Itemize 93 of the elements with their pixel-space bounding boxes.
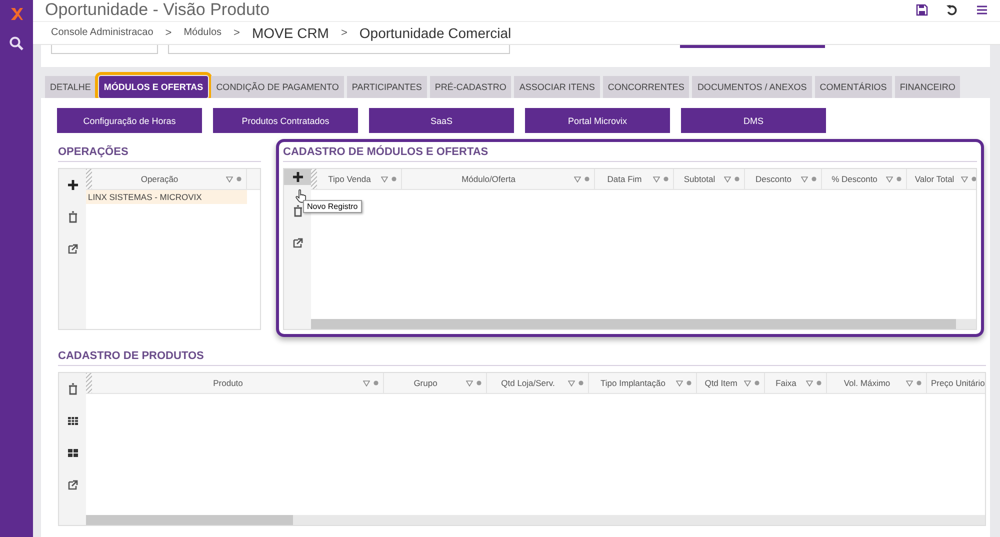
section-title: CADASTRO DE PRODUTOS <box>58 350 986 366</box>
action-button[interactable]: Configuração de Horas <box>57 108 202 133</box>
settings-icon[interactable] <box>391 176 397 182</box>
settings-icon[interactable] <box>373 380 379 386</box>
action-button[interactable]: Portal Microvix <box>525 108 670 133</box>
action-button[interactable]: SaaS <box>369 108 514 133</box>
add-icon[interactable] <box>292 171 304 183</box>
settings-icon[interactable] <box>476 380 482 386</box>
breadcrumb-link[interactable]: Módulos <box>184 27 222 38</box>
filter-icon[interactable] <box>801 176 808 182</box>
tab[interactable]: ASSOCIAR ITENS <box>514 76 600 98</box>
tab[interactable]: MÓDULOS E OFERTAS <box>98 76 208 98</box>
column-header[interactable]: Vol. Máximo <box>827 373 927 393</box>
column-header[interactable]: Desconto <box>745 169 822 189</box>
trash-icon[interactable] <box>292 205 304 217</box>
hand-cursor-icon <box>295 189 307 203</box>
breadcrumb-separator: > <box>234 26 240 39</box>
section-title: OPERAÇÕES <box>58 146 261 162</box>
table-row[interactable]: LINX SISTEMAS - MICROVIX <box>86 190 247 204</box>
form-field[interactable] <box>51 45 158 54</box>
search-icon[interactable] <box>9 36 24 51</box>
filter-icon[interactable] <box>574 176 581 182</box>
column-header[interactable]: Tipo Implantação <box>589 373 697 393</box>
logo-icon[interactable] <box>8 6 24 22</box>
filter-icon[interactable] <box>381 176 388 182</box>
column-header[interactable]: Grupo <box>384 373 487 393</box>
filter-icon[interactable] <box>653 176 660 182</box>
column-header[interactable]: Qtd Loja/Serv. <box>487 373 589 393</box>
settings-icon[interactable] <box>754 380 760 386</box>
filter-icon[interactable] <box>568 380 575 386</box>
settings-icon[interactable] <box>896 176 902 182</box>
settings-icon[interactable] <box>663 176 669 182</box>
action-button[interactable]: Produtos Contratados <box>213 108 358 133</box>
breadcrumb-separator: > <box>340 26 348 39</box>
section-title: CADASTRO DE MÓDULOS E OFERTAS <box>283 146 977 162</box>
settings-icon[interactable] <box>584 176 590 182</box>
trash-icon[interactable] <box>66 383 78 395</box>
undo-icon[interactable] <box>946 4 958 16</box>
filter-icon[interactable] <box>676 380 683 386</box>
breadcrumb-separator: > <box>165 26 172 39</box>
menu-icon[interactable] <box>976 4 988 16</box>
external-link-icon[interactable] <box>292 237 304 249</box>
add-icon[interactable] <box>66 179 78 191</box>
action-button[interactable]: DMS <box>681 108 826 133</box>
filter-icon[interactable] <box>961 176 968 182</box>
external-link-icon[interactable] <box>66 243 78 255</box>
column-header[interactable]: Preço Unitário <box>927 373 985 393</box>
settings-icon[interactable] <box>686 380 692 386</box>
tab[interactable]: CONCORRENTES <box>602 76 690 98</box>
column-header[interactable]: Módulo/Oferta <box>402 169 595 189</box>
filter-icon[interactable] <box>744 380 751 386</box>
settings-icon[interactable] <box>811 176 817 182</box>
tab[interactable]: FINANCEIRO <box>894 76 960 98</box>
filter-icon[interactable] <box>226 176 233 182</box>
tab[interactable]: PARTICIPANTES <box>346 76 427 98</box>
tab[interactable]: CONDIÇÃO DE PAGAMENTO <box>211 76 344 98</box>
scrollbar[interactable] <box>86 515 985 525</box>
tooltip: Novo Registro <box>303 200 362 213</box>
column-header[interactable]: Data Fim <box>595 169 674 189</box>
tab[interactable]: COMENTÁRIOS <box>814 76 892 98</box>
form-field[interactable] <box>168 45 510 54</box>
column-header[interactable]: Produto <box>92 373 384 393</box>
settings-icon[interactable] <box>916 380 922 386</box>
filter-icon[interactable] <box>466 380 473 386</box>
tab[interactable]: PRÉ-CADASTRO <box>430 76 512 98</box>
tab[interactable]: DETALHE <box>45 76 96 98</box>
filter-icon[interactable] <box>886 176 893 182</box>
scrollbar-thumb[interactable] <box>86 515 293 525</box>
settings-icon[interactable] <box>236 176 242 182</box>
window-title: Oportunidade - Visão Produto <box>45 0 271 20</box>
filter-icon[interactable] <box>363 380 370 386</box>
filter-icon[interactable] <box>906 380 913 386</box>
settings-icon[interactable] <box>578 380 584 386</box>
breadcrumb-link[interactable]: Console Administracao <box>51 27 154 38</box>
column-header[interactable]: Valor Total <box>907 169 976 189</box>
grid-icon[interactable] <box>66 415 78 427</box>
save-icon[interactable] <box>916 4 928 16</box>
filter-icon[interactable] <box>724 176 731 182</box>
external-link-icon[interactable] <box>66 479 78 491</box>
column-header[interactable]: Tipo Venda <box>317 169 402 189</box>
settings-icon[interactable] <box>734 176 740 182</box>
column-header[interactable]: Subtotal <box>674 169 745 189</box>
breadcrumb-link[interactable]: Oportunidade Comercial <box>359 24 512 41</box>
settings-icon[interactable] <box>971 176 976 182</box>
filter-icon[interactable] <box>806 380 813 386</box>
tab[interactable]: DOCUMENTOS / ANEXOS <box>692 76 812 98</box>
tiles-icon[interactable] <box>66 447 78 459</box>
column-header[interactable]: Faixa <box>765 373 827 393</box>
column-header[interactable]: Qtd Item <box>697 373 765 393</box>
settings-icon[interactable] <box>816 380 822 386</box>
trash-icon[interactable] <box>66 211 78 223</box>
breadcrumb-link[interactable]: MOVE CRM <box>252 24 329 41</box>
column-header[interactable]: % Desconto <box>822 169 907 189</box>
